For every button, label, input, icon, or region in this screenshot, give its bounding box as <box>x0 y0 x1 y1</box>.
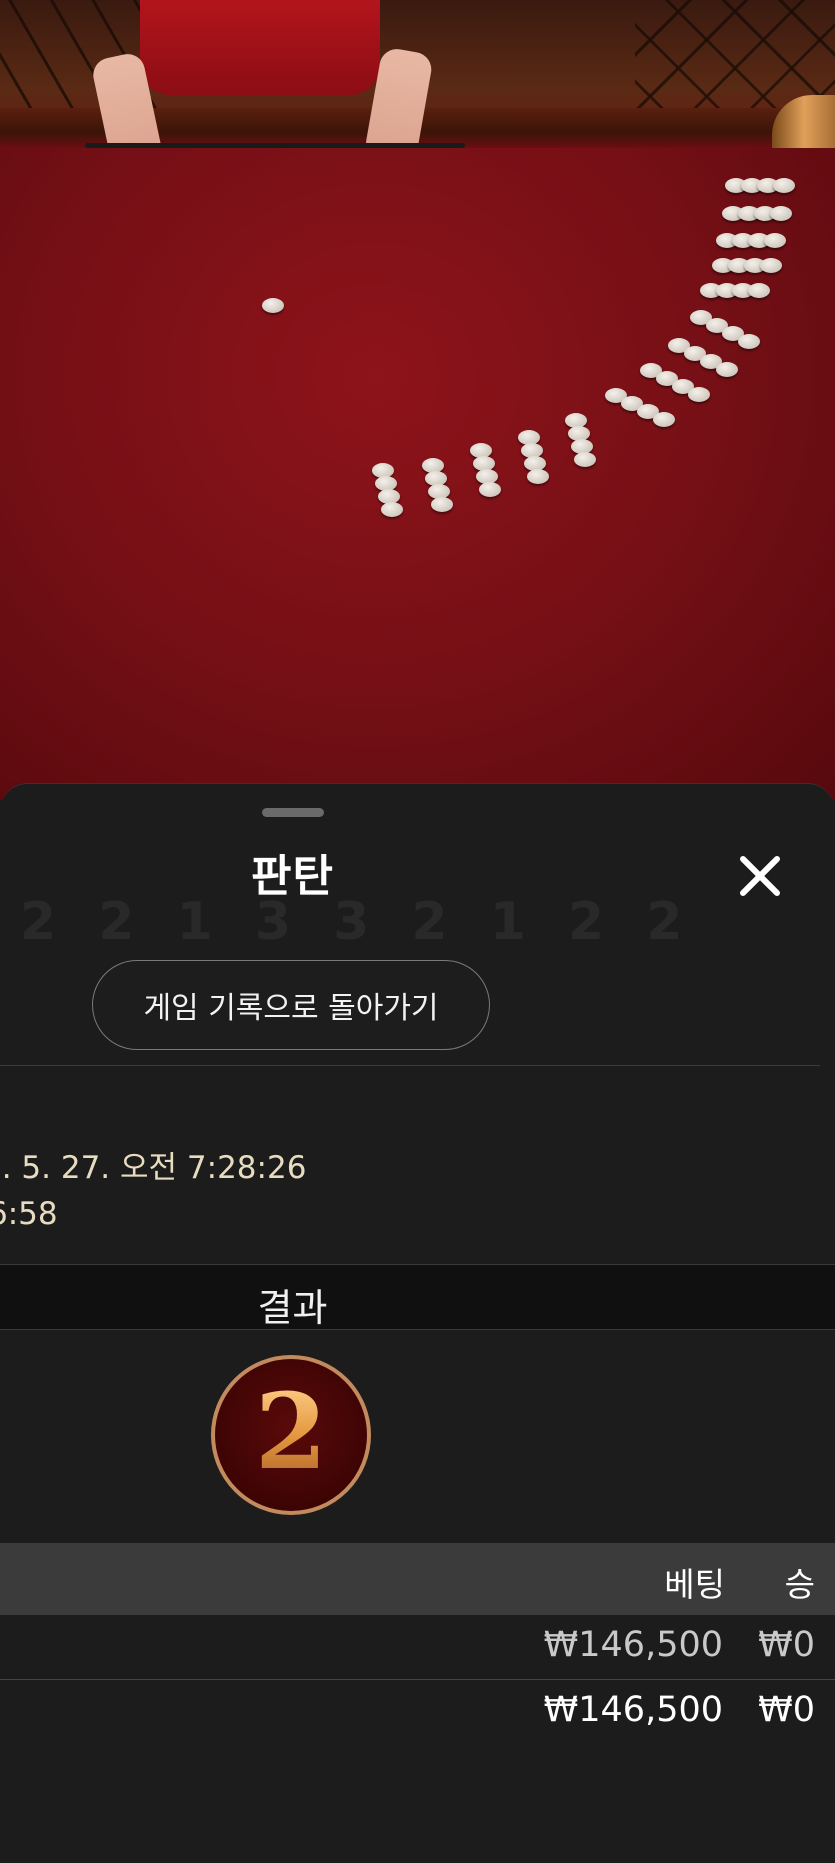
table-row: ₩146,500 ₩0 <box>0 1615 835 1680</box>
dealer-dress <box>140 0 380 95</box>
game-stone <box>688 387 710 402</box>
game-stone <box>773 178 795 193</box>
game-history-sheet: 2 2 1 3 3 2 1 2 2 3 2 2 2 판탄 게임 기록으로 돌아가… <box>0 783 835 1863</box>
round-start-time: 4. 5. 27. 오전 7:28:26 <box>0 1150 307 1186</box>
close-button[interactable] <box>730 846 790 906</box>
result-badge: 2 <box>211 1355 371 1515</box>
close-icon <box>740 856 780 896</box>
game-stone <box>479 482 501 497</box>
sheet-drag-handle[interactable] <box>262 808 324 817</box>
bets-table-header: 베팅 승 <box>0 1543 835 1615</box>
table-row-total: ₩146,500 ₩0 <box>0 1680 835 1744</box>
divider <box>0 1065 820 1066</box>
game-stone <box>760 258 782 273</box>
table-felt <box>0 148 835 800</box>
game-stone <box>748 283 770 298</box>
game-stone <box>653 412 675 427</box>
round-end-time: 6:58 <box>0 1196 58 1232</box>
result-value: 2 <box>254 1370 328 1493</box>
column-header-bet: 베팅 <box>664 1565 725 1604</box>
back-to-history-button[interactable]: 게임 기록으로 돌아가기 <box>92 960 490 1050</box>
game-stone <box>770 206 792 221</box>
game-stone <box>716 362 738 377</box>
result-label: 결과 <box>257 1286 328 1330</box>
game-stone <box>738 334 760 349</box>
game-stone <box>431 497 453 512</box>
sheet-title: 판탄 <box>251 851 334 902</box>
win-amount: ₩0 <box>758 1690 815 1730</box>
bet-amount: ₩146,500 <box>543 1625 723 1665</box>
game-stone <box>527 469 549 484</box>
live-video-feed <box>0 0 835 800</box>
result-header: 결과 <box>0 1264 835 1330</box>
game-stone <box>381 502 403 517</box>
game-stone <box>764 233 786 248</box>
game-stone <box>574 452 596 467</box>
bet-amount: ₩146,500 <box>543 1690 723 1730</box>
game-stone <box>262 298 284 313</box>
win-amount: ₩0 <box>758 1625 815 1665</box>
column-header-win: 승 <box>784 1565 815 1604</box>
